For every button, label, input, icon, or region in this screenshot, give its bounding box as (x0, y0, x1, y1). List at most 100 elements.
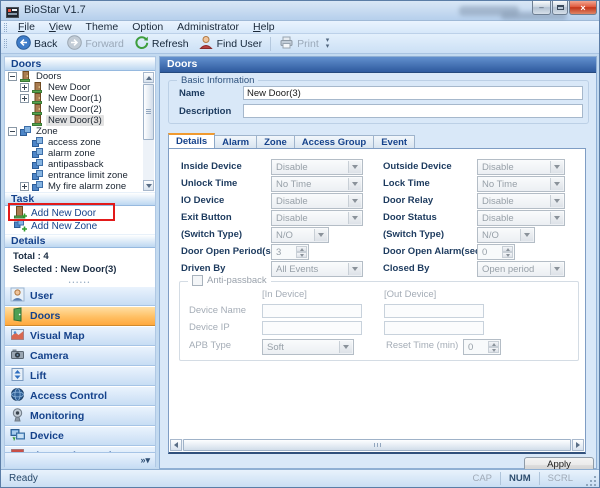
menu-help[interactable]: Help (246, 21, 282, 34)
forward-button[interactable]: Forward (62, 34, 129, 54)
add-new-zone-link[interactable]: Add New Zone (5, 220, 155, 233)
nav-visual-map[interactable]: Visual Map (5, 326, 155, 346)
closed-by-select[interactable]: Open period (477, 261, 565, 277)
device-name-out-input[interactable] (384, 304, 484, 318)
outside-device-select[interactable]: Disable (477, 159, 565, 175)
nav-user[interactable]: User (5, 286, 155, 306)
scroll-left-arrow[interactable] (170, 439, 182, 451)
task-links: Add New Door Add New Zone (5, 207, 155, 233)
tree-item-alarm-zone[interactable]: alarm zone (5, 148, 155, 159)
door-status-select[interactable]: Disable (477, 210, 565, 226)
scroll-down-arrow[interactable] (143, 180, 154, 191)
tree-item-entrance-limit-zone[interactable]: entrance limit zone (5, 170, 155, 181)
tree-item-zone-root[interactable]: Zone (5, 126, 155, 137)
device-ip-out-input[interactable] (384, 321, 484, 335)
tree-item-doors-root[interactable]: Doors (5, 71, 155, 82)
nav-camera[interactable]: Camera (5, 346, 155, 366)
tree-item-new-door-3-selected[interactable]: New Door(3) (5, 115, 155, 126)
door-open-alarm-spinner[interactable]: 0 (477, 244, 515, 260)
add-new-door-link[interactable]: Add New Door (5, 207, 155, 220)
toolbar: Back Forward Refresh Find User Print ▾▾ (1, 34, 599, 54)
scroll-right-arrow[interactable] (572, 439, 584, 451)
nav-device[interactable]: Device (5, 426, 155, 446)
io-device-label: IO Device (181, 193, 224, 208)
tree-item-new-door-2[interactable]: New Door(2) (5, 104, 155, 115)
reset-time-spinner[interactable]: 0 (463, 339, 501, 355)
tree-item-antipassback[interactable]: antipassback (5, 159, 155, 170)
sidebar: Doors Doors New Door New Door(1) (4, 56, 156, 467)
print-button[interactable]: Print (274, 34, 324, 54)
switch-type-right-select[interactable]: N/O (477, 227, 535, 243)
collapse-icon[interactable] (8, 72, 17, 81)
reset-time-label: Reset Time (min) (386, 339, 458, 353)
collapse-icon[interactable] (8, 127, 17, 136)
menu-administrator[interactable]: Administrator (170, 21, 246, 34)
doors-tree: Doors New Door New Door(1) New Door(2) (5, 71, 155, 192)
menu-theme[interactable]: Theme (79, 21, 126, 34)
nav-lift[interactable]: Lift (5, 366, 155, 386)
nav-access-control[interactable]: Access Control (5, 386, 155, 406)
spin-down-icon[interactable] (488, 347, 499, 353)
menu-option[interactable]: Option (125, 21, 170, 34)
apb-type-select[interactable]: Soft (262, 339, 354, 355)
tree-item-access-zone[interactable]: access zone (5, 137, 155, 148)
menu-view[interactable]: View (42, 21, 79, 34)
content-area: Doors Doors New Door New Door(1) (1, 54, 599, 469)
tab-event[interactable]: Event (374, 135, 415, 149)
description-input[interactable] (243, 104, 583, 118)
resize-grip[interactable] (594, 484, 596, 486)
name-input[interactable] (243, 86, 583, 100)
io-device-select[interactable]: Disable (271, 193, 363, 209)
door-open-period-label: Door Open Period(sec) (181, 244, 284, 259)
device-name-in-input[interactable] (262, 304, 362, 318)
scroll-lock-indicator: SCRL (539, 472, 581, 485)
add-zone-icon (14, 219, 27, 235)
close-button[interactable]: × (569, 1, 597, 15)
spin-down-icon[interactable] (296, 252, 307, 258)
tree-item-new-door-1[interactable]: New Door(1) (5, 93, 155, 104)
menu-file[interactable]: File (11, 21, 42, 34)
door-relay-select[interactable]: Disable (477, 193, 565, 209)
switch-type-left-select[interactable]: N/O (271, 227, 329, 243)
expand-icon[interactable] (20, 83, 29, 92)
horizontal-scrollbar[interactable] (170, 439, 584, 451)
scrollbar-thumb[interactable] (183, 439, 571, 451)
maximize-button[interactable] (552, 1, 568, 15)
unlock-time-select[interactable]: No Time (271, 176, 363, 192)
tree-item-my-fire-alarm-zone[interactable]: My fire alarm zone (5, 181, 155, 192)
menu-bar: File View Theme Option Administrator Hel… (1, 21, 599, 34)
module-nav-bar: User Doors Visual Map Camera Lift (5, 286, 155, 452)
tree-scrollbar[interactable] (143, 72, 154, 191)
nav-doors[interactable]: Doors (5, 306, 155, 326)
lock-time-label: Lock Time (383, 176, 430, 191)
inside-device-select[interactable]: Disable (271, 159, 363, 175)
device-ip-in-input[interactable] (262, 321, 362, 335)
expand-icon[interactable] (20, 182, 29, 191)
visual-map-icon (10, 327, 25, 345)
tab-details[interactable]: Details (168, 133, 215, 149)
expand-icon[interactable] (20, 94, 29, 103)
spin-down-icon[interactable] (502, 252, 513, 258)
back-button[interactable]: Back (11, 34, 62, 54)
refresh-icon (134, 35, 149, 53)
tab-zone[interactable]: Zone (257, 135, 295, 149)
find-user-button[interactable]: Find User (194, 34, 268, 54)
tree-item-new-door[interactable]: New Door (5, 82, 155, 93)
tab-access-group[interactable]: Access Group (295, 135, 374, 149)
minimize-button[interactable]: – (532, 1, 551, 15)
refresh-button[interactable]: Refresh (129, 34, 194, 54)
sidebar-task-header: Task (5, 192, 155, 206)
driven-by-select[interactable]: All Events (271, 261, 363, 277)
anti-passback-checkbox[interactable] (192, 275, 203, 286)
nav-overflow-chevron-icon[interactable]: »▾ (140, 455, 150, 466)
door-open-period-spinner[interactable]: 3 (271, 244, 309, 260)
scrollbar-thumb[interactable] (143, 84, 154, 140)
nav-monitoring[interactable]: Monitoring (5, 406, 155, 426)
lift-icon (10, 367, 25, 385)
exit-button-select[interactable]: Disable (271, 210, 363, 226)
back-icon (16, 35, 31, 53)
toolbar-overflow-button[interactable]: ▾▾ (326, 38, 330, 50)
scroll-up-arrow[interactable] (143, 72, 154, 83)
lock-time-select[interactable]: No Time (477, 176, 565, 192)
tab-alarm[interactable]: Alarm (215, 135, 257, 149)
